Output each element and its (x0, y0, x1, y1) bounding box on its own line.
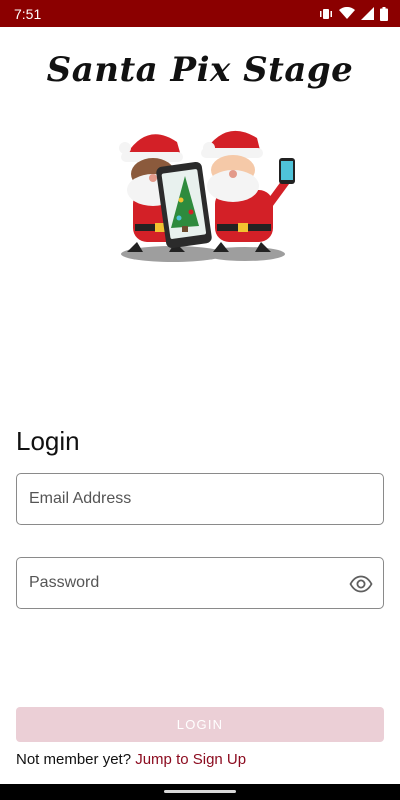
signup-prompt: Not member yet? (16, 751, 132, 768)
signal-icon (361, 7, 374, 20)
status-bar: 7:51 (0, 0, 400, 27)
eye-icon[interactable] (349, 572, 373, 596)
password-input[interactable] (17, 558, 383, 608)
signup-link[interactable]: Jump to Sign Up (135, 751, 246, 768)
wifi-icon (339, 7, 355, 19)
login-button[interactable]: LOGIN (16, 707, 384, 742)
email-input[interactable] (17, 474, 383, 524)
battery-icon (380, 6, 388, 21)
email-field[interactable] (16, 473, 384, 525)
login-heading: Login (16, 426, 80, 456)
status-time: 7:51 (14, 5, 42, 22)
signup-prompt-line: Not member yet? Jump to Sign Up (16, 750, 246, 770)
app-title: Santa Pix Stage (46, 50, 354, 90)
password-field[interactable] (16, 557, 384, 609)
home-indicator[interactable] (164, 790, 236, 793)
status-icons (319, 6, 388, 21)
santas-illustration (115, 120, 300, 265)
navigation-bar (0, 784, 400, 800)
vibrate-icon (320, 8, 332, 19)
